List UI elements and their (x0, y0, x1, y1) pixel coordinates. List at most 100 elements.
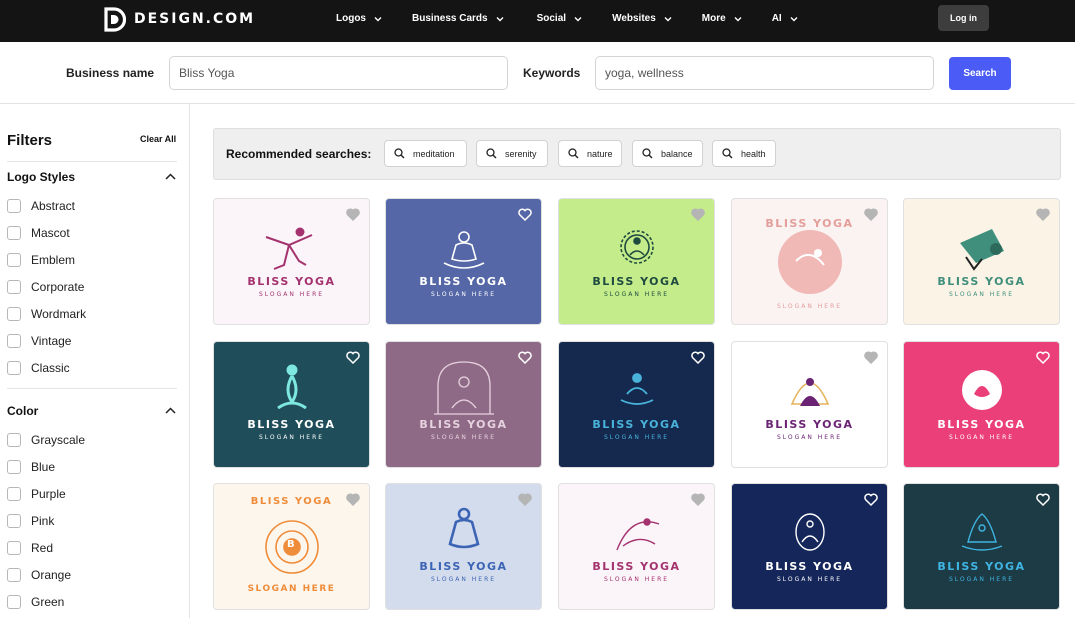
nav-social[interactable]: Social (537, 13, 582, 24)
logo-card[interactable]: BLISS YOGA SLOGAN HERE (903, 341, 1060, 468)
chip-serenity[interactable]: serenity (476, 140, 548, 167)
filter-blue[interactable]: Blue (7, 460, 55, 474)
checkbox[interactable] (7, 334, 21, 348)
logo-slogan: SLOGAN HERE (948, 434, 1015, 441)
checkbox[interactable] (7, 226, 21, 240)
filter-red[interactable]: Red (7, 541, 53, 555)
filter-wordmark[interactable]: Wordmark (7, 307, 86, 321)
filter-orange[interactable]: Orange (7, 568, 71, 582)
filter-abstract[interactable]: Abstract (7, 199, 75, 213)
business-name-input[interactable] (169, 56, 508, 90)
clear-all-button[interactable]: Clear All (140, 134, 176, 144)
heart-icon[interactable] (864, 351, 878, 364)
search-button[interactable]: Search (949, 57, 1011, 90)
checkbox[interactable] (7, 307, 21, 321)
heart-icon[interactable] (346, 208, 360, 221)
filter-corporate[interactable]: Corporate (7, 280, 84, 294)
logo-card[interactable]: BLISS YOGA SLOGAN HERE (213, 198, 370, 325)
filter-emblem[interactable]: Emblem (7, 253, 75, 267)
nav-websites[interactable]: Websites (612, 13, 672, 24)
checkbox[interactable] (7, 433, 21, 447)
logo-card[interactable]: BLISS YOGA SLOGAN HERE (731, 198, 888, 325)
filter-classic[interactable]: Classic (7, 361, 70, 375)
filter-green[interactable]: Green (7, 595, 64, 609)
logo-card[interactable]: BLISS YOGA SLOGAN HERE (558, 198, 715, 325)
login-button[interactable]: Log in (938, 5, 989, 31)
logo-card[interactable]: BLISS YOGA SLOGAN HERE (731, 341, 888, 468)
filter-pink[interactable]: Pink (7, 514, 54, 528)
logo-slogan: SLOGAN HERE (258, 434, 325, 441)
checkbox[interactable] (7, 514, 21, 528)
chevron-down-icon (374, 17, 382, 22)
filter-label: Abstract (31, 199, 76, 213)
logo-brand-name: BLISS YOGA (419, 560, 508, 573)
filter-label: Emblem (31, 253, 76, 267)
filter-purple[interactable]: Purple (7, 487, 66, 501)
logo-card[interactable]: BLISS YOGA SLOGAN HERE (385, 341, 542, 468)
logo-card[interactable]: BLISS YOGA SLOGAN HERE (903, 198, 1060, 325)
heart-icon[interactable] (1036, 351, 1050, 364)
heart-icon[interactable] (691, 493, 705, 506)
nav-ai[interactable]: AI (772, 13, 798, 24)
filter-label: Orange (31, 568, 72, 582)
heart-icon[interactable] (1036, 208, 1050, 221)
heart-icon[interactable] (518, 208, 532, 221)
logo-brand-name: BLISS YOGA (419, 418, 508, 431)
chip-meditation[interactable]: meditation (384, 140, 467, 167)
chevron-down-icon (790, 17, 798, 22)
nav-business-cards[interactable]: Business Cards (412, 13, 504, 24)
checkbox[interactable] (7, 595, 21, 609)
heart-icon[interactable] (518, 493, 532, 506)
checkbox[interactable] (7, 487, 21, 501)
logo-card[interactable]: BLISS YOGA B SLOGAN HERE (213, 483, 370, 610)
checkbox[interactable] (7, 541, 21, 555)
logo-card[interactable]: BLISS YOGA SLOGAN HERE (385, 483, 542, 610)
filter-grayscale[interactable]: Grayscale (7, 433, 85, 447)
heart-icon[interactable] (1036, 493, 1050, 506)
main-menu: Logos Business Cards Social Websites Mor… (336, 0, 798, 36)
divider (7, 388, 177, 389)
logo-brand-name: BLISS YOGA (937, 275, 1026, 288)
checkbox[interactable] (7, 460, 21, 474)
logo-slogan: SLOGAN HERE (776, 434, 843, 441)
chevron-down-icon (734, 17, 742, 22)
chip-nature[interactable]: nature (558, 140, 622, 167)
nav-business-cards-label: Business Cards (412, 12, 488, 24)
filter-mascot[interactable]: Mascot (7, 226, 70, 240)
logo-card[interactable]: BLISS YOGA SLOGAN HERE (558, 341, 715, 468)
heart-icon[interactable] (346, 493, 360, 506)
checkbox[interactable] (7, 199, 21, 213)
checkbox[interactable] (7, 280, 21, 294)
chevron-up-icon[interactable] (165, 407, 176, 414)
heart-icon[interactable] (864, 208, 878, 221)
logo-card[interactable]: BLISS YOGA SLOGAN HERE (213, 341, 370, 468)
search-icon (394, 148, 405, 159)
checkbox[interactable] (7, 253, 21, 267)
heart-icon[interactable] (691, 351, 705, 364)
logo-card[interactable]: BLISS YOGA SLOGAN HERE (731, 483, 888, 610)
logo-slogan: SLOGAN HERE (948, 291, 1015, 298)
chevron-up-icon[interactable] (165, 173, 176, 180)
filters-sidebar: Filters Clear All Logo Styles Abstract M… (0, 104, 190, 618)
nav-websites-label: Websites (612, 12, 656, 24)
checkbox[interactable] (7, 568, 21, 582)
logo-brand-name: BLISS YOGA (765, 418, 854, 431)
heart-icon[interactable] (518, 351, 532, 364)
checkbox[interactable] (7, 361, 21, 375)
filter-vintage[interactable]: Vintage (7, 334, 71, 348)
logo-card[interactable]: BLISS YOGA SLOGAN HERE (558, 483, 715, 610)
site-logo[interactable]: DESIGN.COM (104, 6, 255, 32)
logo-card[interactable]: BLISS YOGA SLOGAN HERE (903, 483, 1060, 610)
chip-balance[interactable]: balance (632, 140, 703, 167)
heart-icon[interactable] (346, 351, 360, 364)
nav-more[interactable]: More (702, 13, 742, 24)
keywords-input[interactable] (595, 56, 934, 90)
chip-label: health (741, 148, 766, 159)
heart-icon[interactable] (864, 493, 878, 506)
nav-logos[interactable]: Logos (336, 13, 382, 24)
heart-icon[interactable] (691, 208, 705, 221)
chip-health[interactable]: health (712, 140, 776, 167)
logo-badge-bottom-text: SLOGAN HERE (247, 584, 336, 594)
logo-card[interactable]: BLISS YOGA SLOGAN HERE (385, 198, 542, 325)
recommended-searches: Recommended searches: meditation serenit… (213, 128, 1061, 180)
